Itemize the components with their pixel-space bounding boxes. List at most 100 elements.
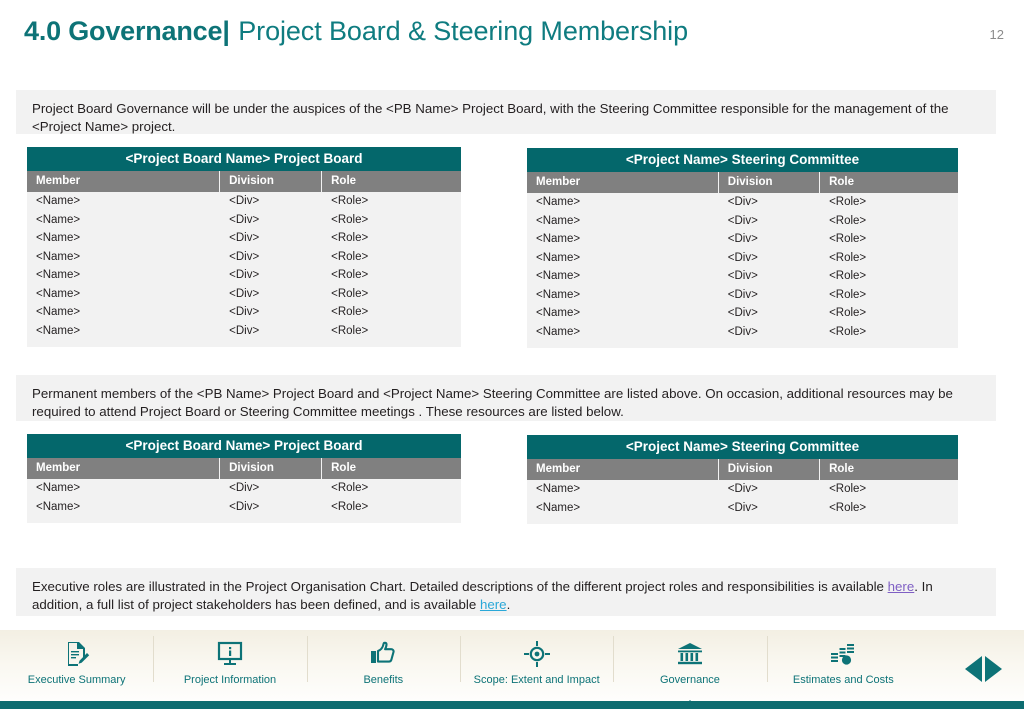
intro-paragraph: Project Board Governance will be under t… — [16, 90, 996, 134]
cell-division: <Div> — [229, 500, 260, 513]
cell-division: <Div> — [229, 213, 260, 226]
cell-role: <Role> — [331, 306, 369, 318]
cell-member: <Name> — [536, 270, 581, 282]
page-title-section: 4.0 Governance — [24, 16, 223, 46]
cell-role: <Role> — [331, 324, 369, 337]
cell-division: <Div> — [727, 307, 758, 319]
table-row: <Name> <Div> <Role> — [27, 229, 461, 248]
cell-division: <Div> — [727, 214, 758, 227]
nav-item-benefits[interactable]: Benefits — [306, 630, 460, 702]
cell-member: <Name> — [36, 482, 81, 494]
cell-member: <Name> — [536, 288, 581, 301]
table-body: <Name> <Div> <Role> <Name> <Div> <Role> — [527, 480, 958, 517]
footer-text-part1: Executive roles are illustrated in the P… — [32, 579, 888, 594]
table-row: <Name> <Div> <Role> — [27, 322, 461, 341]
nav-label: Benefits — [363, 674, 404, 686]
table-row: <Name> <Div> <Role> — [527, 193, 958, 212]
cell-member: <Name> — [36, 500, 81, 513]
cell-division: <Div> — [229, 482, 260, 494]
cell-division: <Div> — [229, 269, 260, 281]
cell-division: <Div> — [727, 251, 758, 264]
cell-member: <Name> — [36, 269, 81, 281]
here-link-roles[interactable]: here — [888, 579, 915, 594]
table-row: <Name> <Div> <Role> — [527, 230, 958, 249]
cell-division: <Div> — [727, 288, 758, 301]
table-row: <Name> <Div> <Role> — [527, 249, 958, 268]
nav-label: Governance — [660, 674, 720, 686]
cell-division: <Div> — [229, 324, 260, 337]
cell-role: <Role> — [829, 270, 867, 282]
project-board-extra-table: <Project Board Name> Project Board Membe… — [27, 434, 461, 523]
table-title: <Project Board Name> Project Board — [27, 147, 461, 171]
cell-division: <Div> — [727, 233, 758, 245]
nav-label: Estimates and Costs — [792, 674, 894, 686]
nav-item-scope[interactable]: Scope: Extent and Impact — [459, 630, 613, 702]
table-footer-padding — [527, 341, 958, 348]
nav-item-estimates-and-costs[interactable]: Estimates and Costs — [766, 630, 920, 702]
previous-slide-arrow-icon[interactable] — [965, 656, 982, 682]
column-header-member: Member — [527, 172, 719, 193]
bar-chart-dot-icon — [829, 640, 857, 668]
cell-member: <Name> — [36, 324, 81, 337]
cell-member: <Name> — [36, 232, 81, 244]
project-board-main-table: <Project Board Name> Project Board Membe… — [27, 147, 461, 347]
cell-role: <Role> — [331, 287, 369, 300]
nav-label: Scope: Extent and Impact — [473, 674, 600, 686]
table-footer-padding — [527, 517, 958, 524]
cell-member: <Name> — [36, 213, 81, 226]
cell-member: <Name> — [536, 233, 581, 245]
cell-role: <Role> — [829, 251, 867, 264]
cell-role: <Role> — [829, 214, 867, 227]
column-header-role: Role — [829, 463, 854, 475]
cell-member: <Name> — [36, 287, 81, 300]
steering-committee-main-table: <Project Name> Steering Committee Member… — [527, 148, 958, 348]
bottom-accent-bar — [0, 701, 1024, 709]
table-row: <Name> <Div> <Role> — [527, 323, 958, 342]
page-number: 12 — [989, 27, 1004, 42]
cell-role: <Role> — [331, 500, 369, 513]
footer-paragraph: Executive roles are illustrated in the P… — [16, 568, 996, 616]
table-row: <Name> <Div> <Role> — [527, 480, 958, 499]
nav-label: Project Information — [183, 674, 277, 686]
column-header-role: Role — [331, 462, 357, 474]
cell-division: <Div> — [229, 232, 260, 244]
nav-item-governance[interactable]: Governance — [613, 630, 766, 709]
table-header-row: Member Division Role — [27, 458, 461, 479]
cell-member: <Name> — [36, 306, 81, 318]
cell-division: <Div> — [229, 287, 260, 300]
table-row: <Name> <Div> <Role> — [527, 286, 958, 305]
thumbs-up-icon — [369, 640, 397, 668]
nav-item-project-information[interactable]: Project Information — [153, 630, 306, 702]
here-link-stakeholders[interactable]: here — [480, 597, 507, 612]
page-title: 4.0 Governance| Project Board & Steering… — [24, 16, 688, 47]
cell-role: <Role> — [829, 501, 867, 514]
table-row: <Name> <Div> <Role> — [527, 212, 958, 231]
cell-division: <Div> — [727, 196, 758, 208]
slide-navigation-arrows — [965, 656, 1002, 682]
middle-paragraph: Permanent members of the <PB Name> Proje… — [16, 375, 996, 421]
cell-member: <Name> — [536, 196, 581, 208]
column-header-division: Division — [220, 458, 323, 479]
table-header-row: Member Division Role — [27, 171, 461, 192]
cell-member: <Name> — [536, 325, 581, 338]
column-header-division: Division — [719, 172, 821, 193]
nav-items-container: Executive Summary Project Information Be… — [0, 630, 920, 709]
slide-header: 4.0 Governance| Project Board & Steering… — [0, 0, 1024, 72]
cell-role: <Role> — [829, 233, 867, 245]
column-header-division: Division — [220, 171, 323, 192]
table-body: <Name> <Div> <Role> <Name> <Div> <Role> — [27, 479, 461, 516]
table-row: <Name> <Div> <Role> — [27, 211, 461, 230]
cell-role: <Role> — [331, 232, 369, 244]
cell-member: <Name> — [536, 251, 581, 264]
cell-member: <Name> — [536, 307, 581, 319]
nav-item-executive-summary[interactable]: Executive Summary — [0, 630, 153, 702]
table-body: <Name> <Div> <Role> <Name> <Div> <Role> … — [27, 192, 461, 340]
next-slide-arrow-icon[interactable] — [985, 656, 1002, 682]
table-row: <Name> <Div> <Role> — [27, 498, 461, 517]
cell-role: <Role> — [829, 307, 867, 319]
table-row: <Name> <Div> <Role> — [27, 266, 461, 285]
cell-role: <Role> — [331, 250, 369, 263]
column-header-member: Member — [527, 459, 719, 480]
cell-member: <Name> — [36, 250, 81, 263]
table-row: <Name> <Div> <Role> — [527, 267, 958, 286]
